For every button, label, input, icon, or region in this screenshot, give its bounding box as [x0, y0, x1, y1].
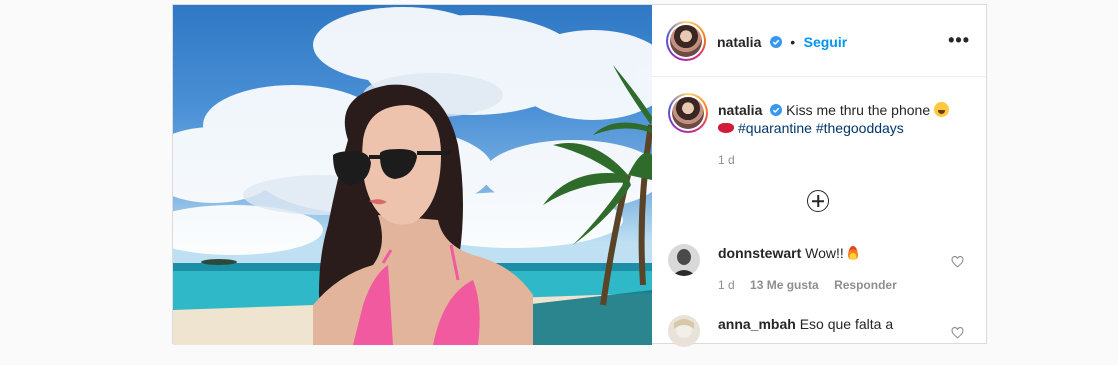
reply-button[interactable]: Responder: [834, 278, 897, 292]
grimacing-emoji-icon: [934, 102, 950, 117]
author-username[interactable]: natalia: [717, 34, 761, 50]
post-side-panel: natalia • Seguir ••• natalia Kiss me thr…: [652, 5, 986, 347]
fire-emoji-icon: [847, 246, 858, 260]
hashtag-thegooddays[interactable]: #thegooddays: [816, 120, 904, 136]
comment-time[interactable]: 1 d: [718, 278, 735, 292]
caption-username[interactable]: natalia: [718, 102, 762, 118]
commenter-avatar[interactable]: [668, 315, 700, 347]
comment-body: Eso que falta a: [799, 316, 894, 332]
comment-text: anna_mbah Eso que falta a: [718, 315, 938, 333]
comment-body: Wow!!: [805, 245, 844, 261]
like-heart-icon[interactable]: [951, 256, 964, 268]
author-line: natalia • Seguir: [717, 34, 847, 52]
separator-dot: •: [790, 34, 796, 50]
load-more-comments-icon[interactable]: [807, 190, 829, 212]
comment-username[interactable]: donnstewart: [718, 245, 801, 261]
post-photo[interactable]: [173, 5, 652, 345]
follow-button[interactable]: Seguir: [804, 34, 848, 50]
comment-likes[interactable]: 13 Me gusta: [750, 278, 819, 292]
hashtag-quarantine[interactable]: #quarantine: [738, 120, 812, 136]
comment-item: anna_mbah Eso que falta a: [668, 315, 978, 365]
caption-time[interactable]: 1 d: [718, 151, 978, 169]
post-header: natalia • Seguir •••: [652, 5, 986, 77]
post-card: natalia • Seguir ••• natalia Kiss me thr…: [172, 4, 987, 347]
caption-body: Kiss me thru the phone: [786, 102, 931, 118]
more-options-icon[interactable]: •••: [948, 31, 970, 49]
commenter-avatar[interactable]: [668, 244, 700, 276]
like-heart-icon[interactable]: [951, 327, 964, 339]
comment-meta: 1 d 13 Me gusta Responder: [718, 278, 909, 292]
comment-text: donnstewart Wow!!: [718, 244, 938, 262]
verified-badge-icon: [769, 36, 782, 48]
caption-text: natalia Kiss me thru the phone #quaranti…: [718, 101, 978, 169]
caption-avatar[interactable]: [668, 93, 708, 133]
comment-username[interactable]: anna_mbah: [718, 316, 796, 332]
verified-badge-icon: [770, 104, 783, 116]
comment-item: donnstewart Wow!! 1 d 13 Me gusta Respon…: [668, 244, 978, 294]
beach-photo-illustration: [173, 7, 652, 345]
kiss-lips-emoji-icon: [718, 123, 734, 133]
author-avatar[interactable]: [666, 21, 706, 61]
